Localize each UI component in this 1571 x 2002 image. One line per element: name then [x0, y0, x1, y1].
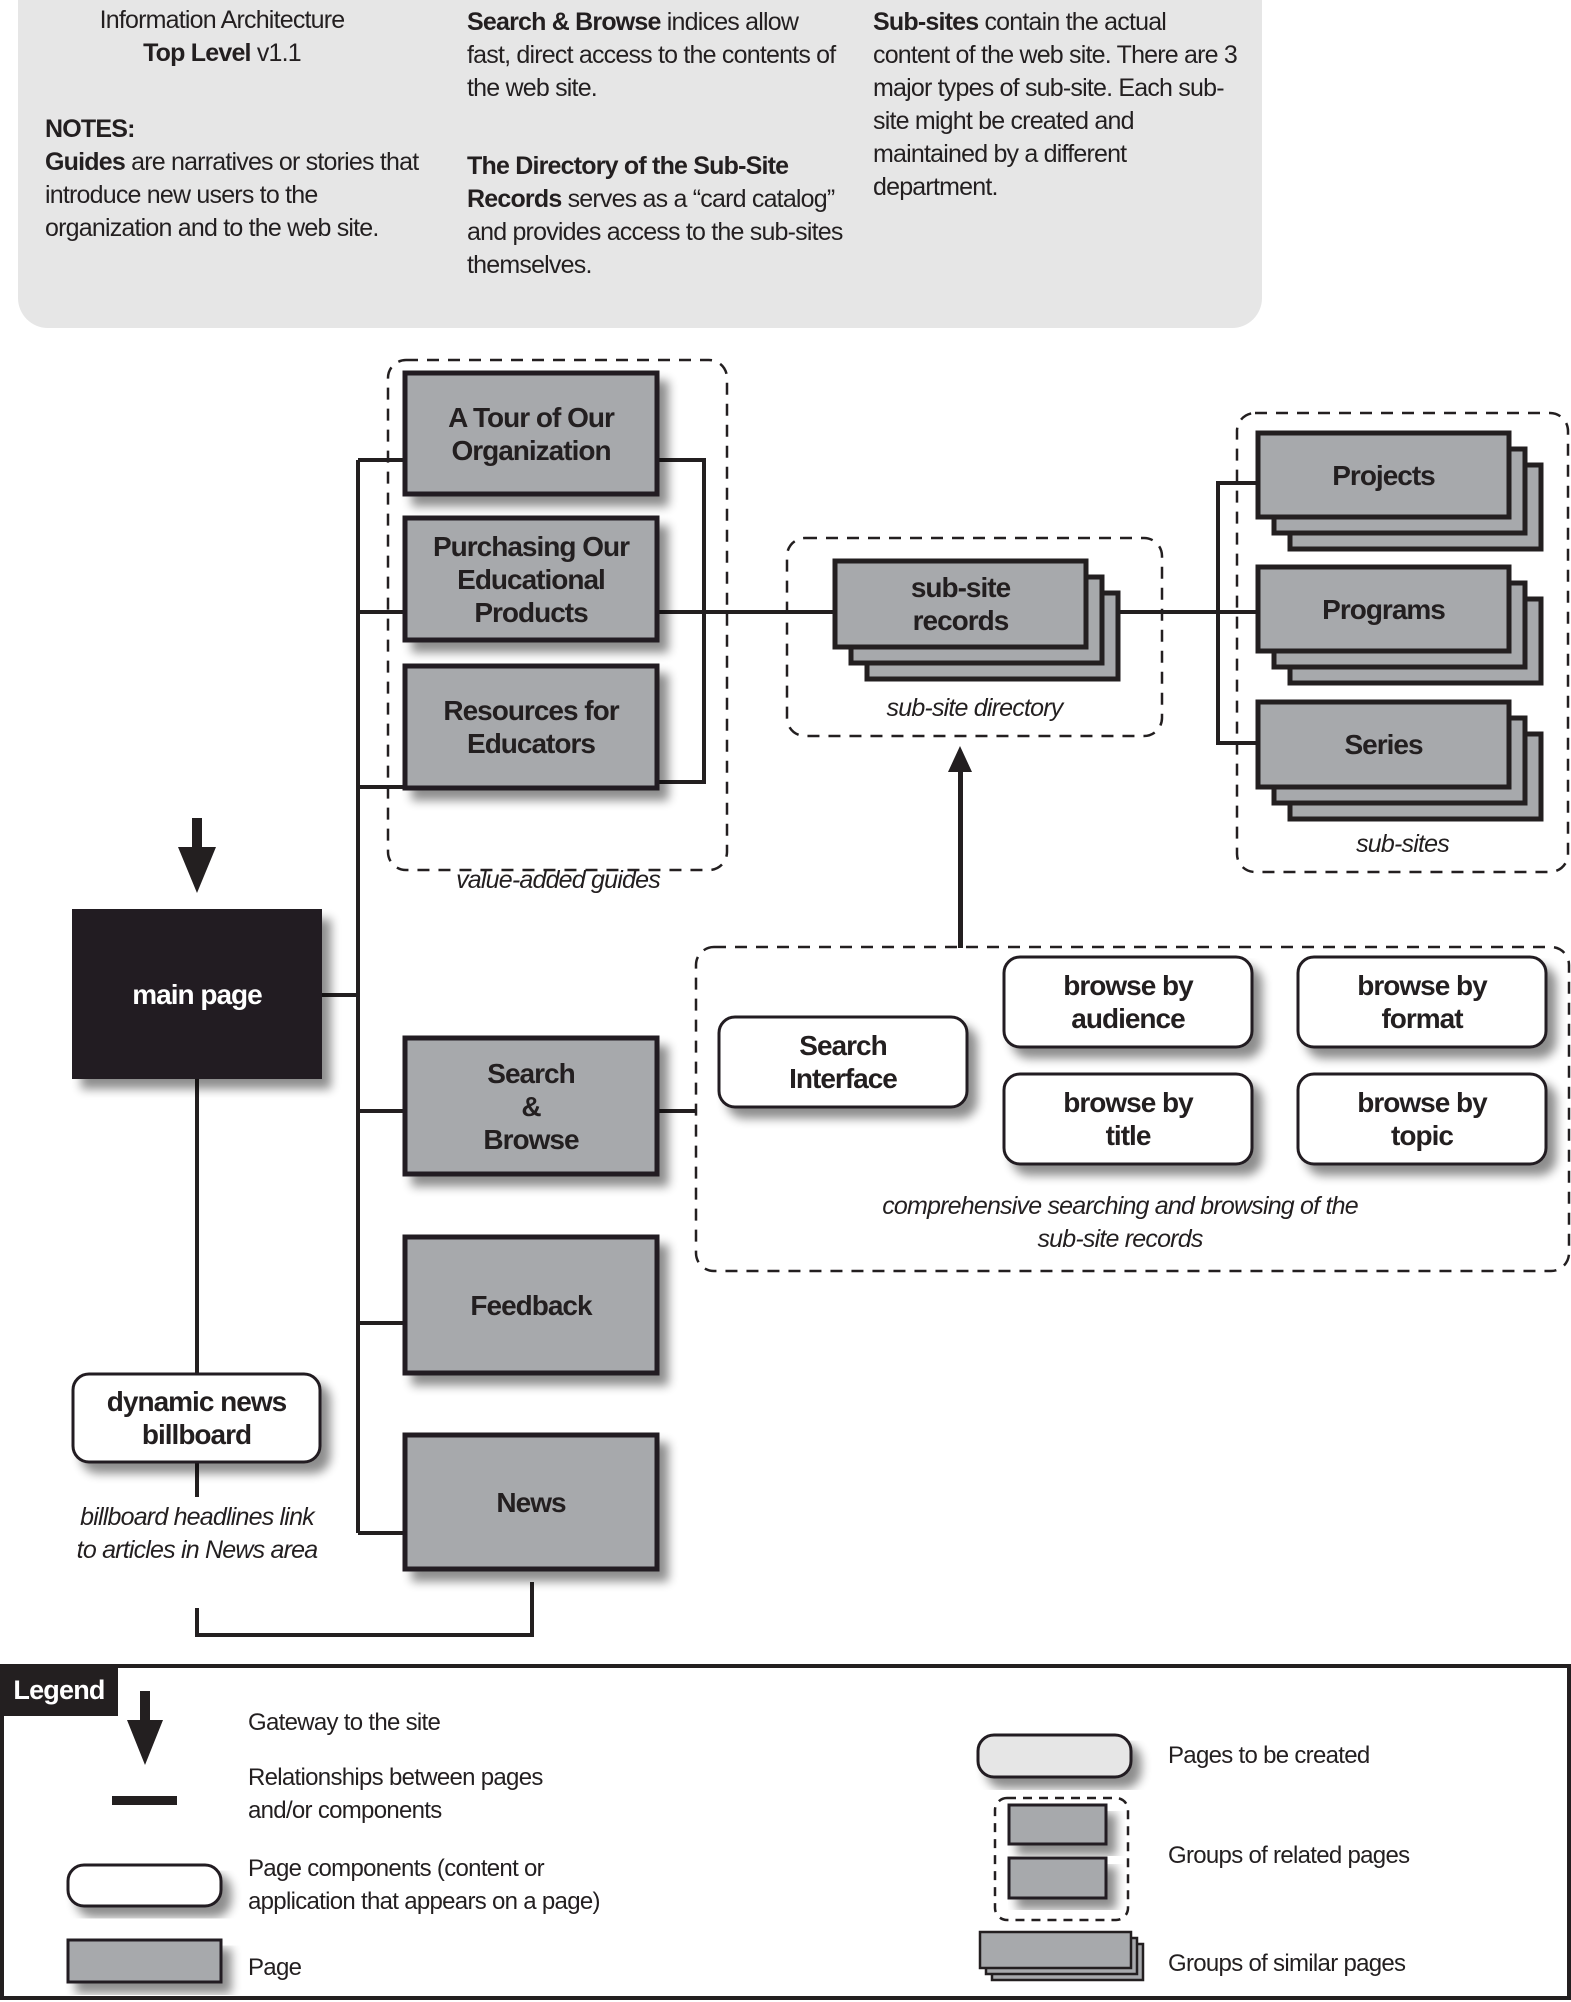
- sub-site-directory-caption: sub-site directory: [886, 694, 1064, 722]
- guides-bracket-line: [657, 458, 706, 784]
- sub-site-node-projects[interactable]: Projects: [1258, 433, 1509, 517]
- sub-site-label: Projects: [1332, 459, 1435, 491]
- legend-page-component-icon[interactable]: [66, 1863, 223, 1908]
- legend-label-related-group: Groups of related pages: [1168, 1842, 1410, 1869]
- guide-node-purchasing[interactable]: Purchasing Our Educational Products: [405, 518, 657, 640]
- browse-label: browse by audience: [1063, 970, 1193, 1034]
- legend-similar-group-icon[interactable]: [978, 1930, 1133, 1970]
- guide-label: Purchasing Our Educational Products: [432, 530, 630, 628]
- guides-caption: value-added guides: [456, 866, 661, 894]
- main-page-node[interactable]: main page: [72, 909, 322, 1079]
- guide-label: A Tour of Our Organization: [448, 401, 615, 466]
- search-browse-label: Search & Browse: [483, 1057, 579, 1155]
- browse-by-format-component[interactable]: browse by format: [1298, 957, 1546, 1047]
- browse-by-topic-component[interactable]: browse by topic: [1298, 1074, 1546, 1164]
- gateway-arrow-icon: [178, 847, 216, 893]
- billboard-component[interactable]: dynamic news billboard: [73, 1374, 320, 1462]
- guide-label: Resources for Educators: [443, 695, 619, 759]
- sub-site-records-label: sub-site records: [910, 572, 1011, 636]
- search-browse-node[interactable]: Search & Browse: [405, 1038, 657, 1174]
- sub-site-node-series[interactable]: Series: [1258, 702, 1509, 787]
- sub-site-label: Series: [1344, 729, 1423, 760]
- legend-page-to-be-created-icon[interactable]: [976, 1733, 1133, 1779]
- guide-node-resources[interactable]: Resources for Educators: [405, 666, 657, 788]
- browse-label: browse by format: [1357, 970, 1487, 1034]
- gateway-arrow-icon-stem: [192, 818, 202, 848]
- legend-gateway-arrow-icon: [127, 1720, 163, 1765]
- guide-node-tour[interactable]: A Tour of Our Organization: [405, 373, 657, 494]
- news-node[interactable]: News: [405, 1435, 657, 1569]
- news-label: News: [496, 1486, 566, 1518]
- legend-related-page-icon: [1007, 1803, 1108, 1846]
- billboard-to-news-line: [195, 1582, 534, 1637]
- legend-title: Legend: [0, 1665, 118, 1716]
- browse-label: browse by topic: [1357, 1087, 1487, 1151]
- search-to-directory-arrow-icon: [948, 746, 972, 772]
- search-to-directory-arrow-stem: [958, 768, 963, 948]
- feedback-node[interactable]: Feedback: [405, 1237, 657, 1373]
- search-caption: comprehensive searching and browsing of …: [882, 1192, 1358, 1253]
- legend-label-relationship: Relationships between pages and/or compo…: [248, 1764, 543, 1824]
- main-page-label: main page: [132, 978, 262, 1010]
- browse-by-audience-component[interactable]: browse by audience: [1004, 957, 1252, 1047]
- legend-related-page-icon: [1007, 1856, 1108, 1900]
- sub-site-label: Programs: [1322, 593, 1446, 625]
- legend-relationship-line-icon: [112, 1796, 177, 1805]
- legend-label-component: Page components (content or application …: [248, 1855, 600, 1915]
- sub-site-node-programs[interactable]: Programs: [1258, 567, 1509, 651]
- legend-label-similar-group: Groups of similar pages: [1168, 1950, 1406, 1977]
- sub-site-records-node[interactable]: sub-site records: [835, 561, 1086, 647]
- legend-label-to-be-created: Pages to be created: [1168, 1742, 1370, 1769]
- search-interface-label: Search Interface: [789, 1030, 898, 1094]
- browse-by-title-component[interactable]: browse by title: [1004, 1074, 1252, 1164]
- legend-page-icon: [66, 1938, 223, 1984]
- browse-label: browse by title: [1063, 1087, 1193, 1151]
- search-interface-component[interactable]: Search Interface: [719, 1017, 967, 1107]
- billboard-caption: billboard headlines link to articles in …: [76, 1503, 318, 1564]
- legend-gateway-arrow-icon-stem: [140, 1691, 150, 1721]
- legend-label-page: Page: [248, 1954, 302, 1981]
- legend-label-gateway: Gateway to the site: [248, 1709, 441, 1736]
- sub-sites-caption: sub-sites: [1356, 830, 1450, 858]
- feedback-label: Feedback: [470, 1289, 592, 1321]
- billboard-label: dynamic news billboard: [106, 1386, 287, 1450]
